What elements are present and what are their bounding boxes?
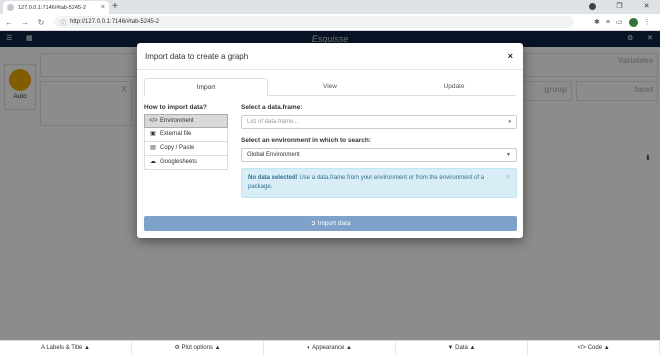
close-window-button[interactable]: ✕ [633, 0, 660, 14]
source-environment[interactable]: </> Environment [144, 114, 228, 128]
data-button[interactable]: ▼ Data ▲ [396, 341, 528, 355]
code-icon: </> [577, 345, 587, 351]
info-icon[interactable]: ⓘ [60, 18, 66, 27]
environment-value: Global Environment [247, 152, 300, 158]
reload-icon[interactable]: ↻ [34, 18, 48, 27]
modal-title: Import data to create a graph [145, 52, 249, 61]
profile-avatar[interactable]: M [628, 17, 638, 27]
plot-options-icon: ⚙ [174, 345, 180, 351]
import-data-label: Import data [317, 220, 351, 227]
chevron-down-icon: ▾ [508, 119, 511, 125]
labels-title-icon: A [41, 345, 45, 351]
window-icon[interactable]: ▭ [616, 18, 623, 26]
caret-down-icon: ▼ [506, 152, 511, 158]
labels-title-button[interactable]: A Labels & Title ▲ [0, 341, 132, 355]
code-label: Code ▲ [587, 345, 610, 351]
import-data-button[interactable]: ➲ Import data [144, 216, 517, 231]
import-modal: Import data to create a graph × Import V… [137, 43, 523, 238]
file-icon: ▣ [150, 131, 156, 137]
data-label: Data ▲ [455, 345, 476, 351]
cloud-icon: ☁ [150, 159, 156, 165]
source-label: Environment [160, 117, 194, 124]
minimize-button[interactable]: – [579, 0, 606, 14]
forward-icon[interactable]: → [18, 18, 32, 27]
clipboard-icon: ▤ [150, 145, 156, 151]
select-environment-label: Select an environment in which to search… [241, 137, 372, 144]
plot-options-button[interactable]: ⚙ Plot options ▲ [132, 341, 264, 355]
source-label: Googlesheets [160, 159, 198, 165]
import-icon: ➲ [310, 220, 316, 227]
dataframe-select[interactable]: List of data.frame... ▾ [241, 115, 517, 129]
extension-area: ✱ ≡ ▭ M ⋮ [594, 17, 651, 27]
appearance-label: Appearance ▲ [312, 345, 352, 351]
modal-header: Import data to create a graph × [137, 43, 523, 70]
how-to-import-label: How to import data? [144, 104, 207, 111]
tab-update[interactable]: Update [392, 78, 516, 95]
source-external-file[interactable]: ▣ External file [144, 128, 228, 142]
url-host: http://127.0.0.1 [70, 19, 111, 25]
dataframe-placeholder: List of data.frame... [247, 119, 299, 125]
plot-options-label: Plot options ▲ [181, 345, 221, 351]
browser-tab-title: 127.0.0.1:7146/#tab-5245-2 [18, 4, 86, 11]
menu-icon[interactable]: ⋮ [644, 18, 651, 26]
select-dataframe-label: Select a data.frame: [241, 104, 303, 111]
filter-icon: ▼ [447, 345, 454, 351]
back-icon[interactable]: ← [2, 18, 16, 27]
media-icon[interactable]: ≡ [606, 19, 610, 26]
browser-toolbar: ← → ↻ ⓘ http://127.0.0.1:7146/#tab-5245-… [0, 14, 660, 31]
source-copy-paste[interactable]: ▤ Copy / Paste [144, 142, 228, 156]
extensions-icon[interactable]: ✱ [594, 18, 600, 26]
source-googlesheets[interactable]: ☁ Googlesheets [144, 156, 228, 170]
modal-tabs: Import View Update [144, 78, 516, 97]
tab-view[interactable]: View [268, 78, 392, 95]
source-label: Copy / Paste [160, 145, 195, 151]
close-tab-icon[interactable]: × [101, 4, 105, 11]
appearance-icon: ◐ [307, 345, 311, 351]
environment-select[interactable]: Global Environment ▼ [241, 148, 517, 162]
modal-close-button[interactable]: × [508, 51, 513, 61]
favicon-icon [7, 4, 14, 11]
alert-close-icon[interactable]: × [506, 173, 510, 182]
bottom-bar: A Labels & Title ▲ ⚙ Plot options ▲ ◐ Ap… [0, 340, 660, 355]
browser-tabstrip: 127.0.0.1:7146/#tab-5245-2 × + – ❐ ✕ [0, 0, 660, 14]
tab-import[interactable]: Import [144, 78, 268, 97]
code-button[interactable]: </> Code ▲ [528, 341, 660, 355]
browser-tab[interactable]: 127.0.0.1:7146/#tab-5245-2 × [3, 1, 109, 14]
no-data-alert: No data selected! Use a data.frame from … [241, 168, 517, 198]
code-icon: </> [149, 117, 158, 124]
source-label: External file [160, 131, 192, 137]
alert-bold-text: No data selected! [248, 175, 298, 181]
appearance-button[interactable]: ◐ Appearance ▲ [264, 341, 396, 355]
window-controls: – ❐ ✕ [579, 0, 660, 14]
address-bar[interactable]: ⓘ http://127.0.0.1:7146/#tab-5245-2 [54, 16, 574, 28]
import-source-list: </> Environment ▣ External file ▤ Copy /… [144, 114, 228, 170]
new-tab-button[interactable]: + [112, 1, 118, 13]
labels-title-label: Labels & Title ▲ [46, 345, 90, 351]
url-text: http://127.0.0.1:7146/#tab-5245-2 [70, 19, 159, 25]
restore-button[interactable]: ❐ [606, 0, 633, 14]
url-path: :7146/#tab-5245-2 [110, 19, 160, 25]
